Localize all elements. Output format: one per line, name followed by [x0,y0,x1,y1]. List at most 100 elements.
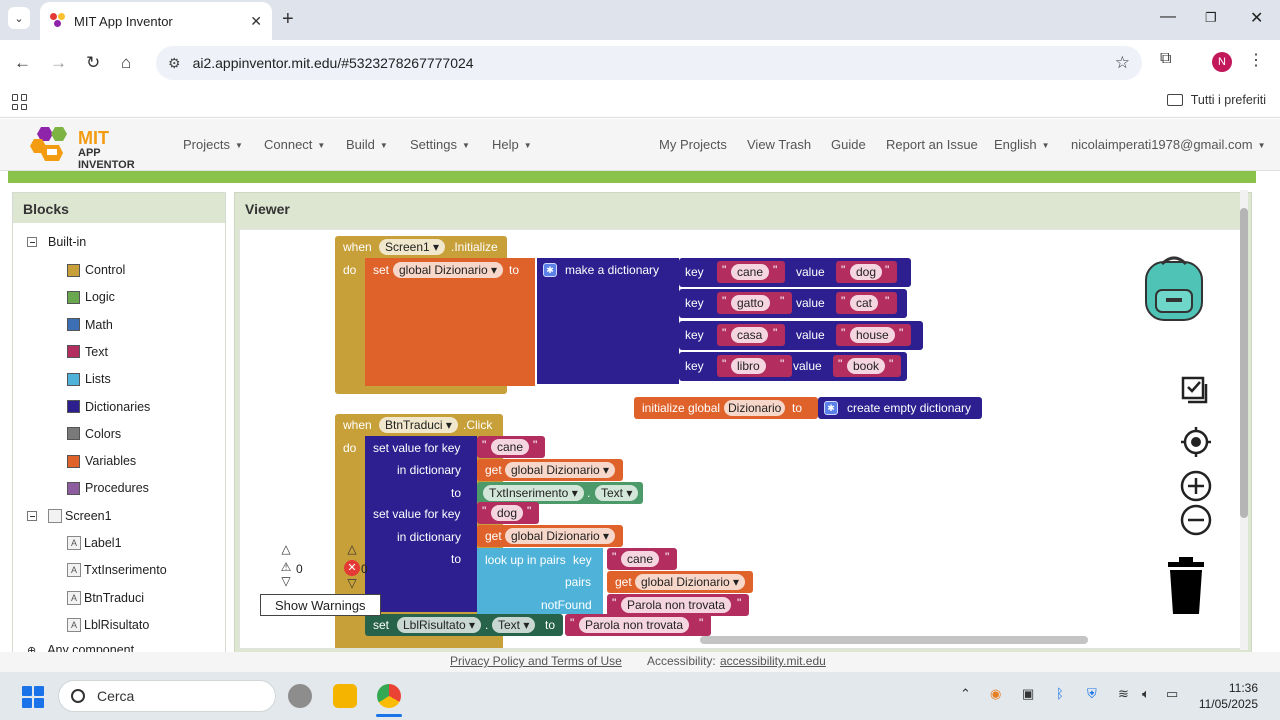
component-item-label1[interactable]: A Label1 [67,536,122,550]
text-value[interactable]: dog [850,264,883,280]
pair-block[interactable]: key " libro " value " book " [679,351,907,381]
component-property-block[interactable]: TxtInserimento ▾ . Text ▾ [477,482,643,504]
global-dropdown[interactable]: global Dizionario ▾ [635,574,746,590]
back-icon[interactable]: ← [14,53,31,73]
text-block-value[interactable]: " dog " [836,261,897,283]
close-window-icon[interactable]: ✕ [1250,8,1263,28]
get-global-block[interactable]: get global Dizionario ▾ [607,571,753,593]
menu-connect[interactable]: Connect ▼ [264,137,325,152]
text-value[interactable]: book [847,357,886,374]
battery-icon[interactable]: ▭ [1166,686,1178,702]
error-next-icon[interactable]: ▽ [340,576,364,590]
text-block-value[interactable]: " house " [836,323,911,346]
text-block-not-found[interactable]: " Parola non trovata " [607,594,749,616]
windows-start-icon[interactable] [22,686,44,708]
text-value[interactable]: house [850,326,895,343]
link-view-trash[interactable]: View Trash [747,137,811,152]
global-dropdown[interactable]: global Dizionario ▾ [505,462,616,478]
site-info-icon[interactable]: ⚙ [168,55,181,72]
component-item-btntraduci[interactable]: A BtnTraduci [67,590,144,605]
backpack-icon[interactable] [1140,252,1208,324]
mit-app-inventor-logo[interactable]: MIT APP INVENTOR [30,125,160,171]
text-value[interactable]: dog [491,505,524,521]
variable-dropdown[interactable]: global Dizionario ▾ [393,262,504,278]
wifi-icon[interactable]: ≋ [1118,686,1129,702]
property-dropdown[interactable]: Text ▾ [595,485,639,501]
zoom-out-icon[interactable] [1180,504,1212,536]
text-block-cane[interactable]: " cane " [477,436,545,458]
url-text[interactable]: ai2.appinventor.mit.edu/#532327826777702… [193,55,474,71]
text-block-value[interactable]: " cat " [836,292,897,315]
error-prev-icon[interactable]: △ [340,542,364,556]
global-name-field[interactable]: Dizionario [724,400,786,416]
builtin-item-text[interactable]: Text [67,345,108,359]
workspace-horizontal-scrollbar[interactable] [700,636,1088,644]
menu-help[interactable]: Help ▼ [492,137,532,152]
get-global-block[interactable]: get global Dizionario ▾ [477,459,623,481]
text-block-value[interactable]: " book " [833,354,901,377]
close-tab-icon[interactable]: ✕ [250,13,262,30]
text-value[interactable]: gatto [731,295,770,312]
set-label-text-block[interactable]: set LblRisultato ▾ . Text ▾ to [365,614,563,636]
forward-icon[interactable]: → [50,53,67,73]
text-value[interactable]: cane [621,551,660,567]
text-value[interactable]: casa [731,326,769,343]
restore-icon[interactable]: ❐ [1205,10,1217,26]
warning-next-icon[interactable]: ▽ [274,574,298,588]
builtin-item-lists[interactable]: Lists [67,372,111,386]
mutator-gear-icon[interactable]: ✱ [824,401,838,415]
pair-block[interactable]: key " casa " value " house " [679,320,923,350]
menu-build[interactable]: Build ▼ [346,137,388,152]
text-value[interactable]: cat [850,295,879,312]
builtin-item-procedures[interactable]: Procedures [67,481,149,495]
bookmark-star-icon[interactable]: ☆ [1115,53,1130,73]
menu-projects[interactable]: Projects ▼ [183,137,243,152]
collapse-icon[interactable] [27,511,37,521]
show-warnings-button[interactable]: Show Warnings [260,594,381,616]
clock[interactable]: 11:36 11/05/2025 [1199,680,1258,712]
browser-tab[interactable]: MIT App Inventor ✕ [40,2,272,40]
account-menu[interactable]: nicolaimperati1978@gmail.com ▼ [1071,137,1265,152]
scrollbar-thumb[interactable] [1240,208,1248,518]
zoom-in-icon[interactable] [1180,470,1212,502]
get-global-block[interactable]: get global Dizionario ▾ [477,525,623,547]
warning-prev-icon[interactable]: △ [274,542,298,556]
builtin-item-dictionaries[interactable]: Dictionaries [67,400,150,414]
gimp-app-icon[interactable] [288,684,312,708]
property-dropdown[interactable]: Text ▾ [492,617,536,633]
component-dropdown[interactable]: Screen1 ▾ [379,239,446,255]
file-explorer-icon[interactable] [333,684,357,708]
link-guide[interactable]: Guide [831,137,866,152]
recenter-target-icon[interactable] [1180,426,1212,458]
volume-icon[interactable]: 🔈︎ [1142,686,1150,702]
text-block-key[interactable]: " casa " [717,323,785,346]
link-my-projects[interactable]: My Projects [659,137,727,152]
monitor-icon[interactable]: ▣ [1022,686,1034,702]
bluetooth-icon[interactable]: ᛒ [1056,686,1064,701]
privacy-link[interactable]: Privacy Policy and Terms of Use [450,654,622,668]
taskbar-search[interactable]: Cerca [58,680,276,712]
text-block-key[interactable]: " gatto " [717,292,792,315]
component-dropdown[interactable]: BtnTraduci ▾ [379,417,458,433]
page-vertical-scrollbar[interactable] [1240,190,1248,650]
extensions-icon[interactable]: ⧉ [1160,50,1171,68]
link-report-issue[interactable]: Report an Issue [886,137,978,152]
component-dropdown[interactable]: TxtInserimento ▾ [483,485,584,501]
text-block-cane[interactable]: " cane " [607,548,677,570]
accessibility-link[interactable]: accessibility.mit.edu [720,654,826,668]
all-bookmarks[interactable]: Tutti i preferiti [1166,93,1266,107]
text-block-dog[interactable]: " dog " [477,502,539,524]
tree-builtin[interactable]: Built-in [27,235,86,249]
language-menu[interactable]: English ▼ [994,137,1050,152]
component-item-txtinserimento[interactable]: A TxtInserimento [67,563,167,578]
text-value[interactable]: libro [731,357,766,374]
chrome-app-icon[interactable] [377,684,401,708]
pair-block[interactable]: key " gatto " value " cat " [679,289,907,319]
text-value[interactable]: Parola non trovata [579,617,690,633]
component-item-lblrisultato[interactable]: A LblRisultato [67,617,149,632]
blocks-workspace[interactable]: when Screen1 ▾ .Initialize do set global… [239,229,1246,649]
builtin-item-colors[interactable]: Colors [67,427,121,441]
text-block-not-found[interactable]: " Parola non trovata " [565,614,711,636]
profile-avatar[interactable]: N [1212,52,1232,72]
omnibox[interactable]: ⚙ ai2.appinventor.mit.edu/#5323278267777… [156,46,1142,80]
